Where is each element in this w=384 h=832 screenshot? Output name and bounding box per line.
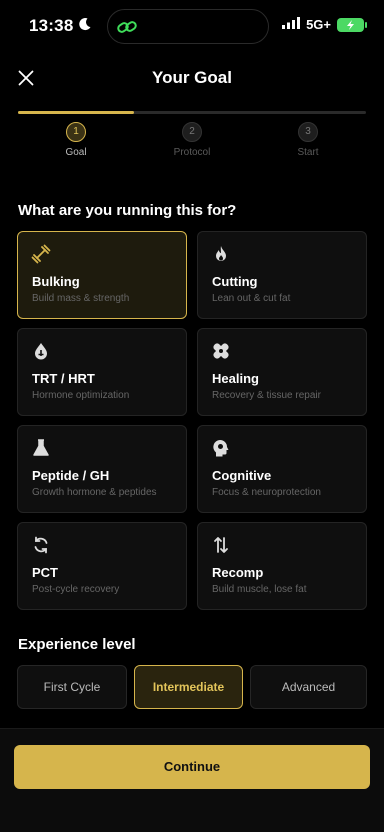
goal-name: Recomp xyxy=(212,565,264,580)
goal-name: Peptide / GH xyxy=(32,468,110,483)
drop-icon xyxy=(31,341,51,361)
goal-name: Bulking xyxy=(32,274,80,289)
goal-name: PCT xyxy=(32,565,58,580)
goal-card-peptide-gh[interactable]: Peptide / GH Growth hormone & peptides xyxy=(17,425,187,513)
progress-track xyxy=(18,111,366,114)
goal-name: Cutting xyxy=(212,274,258,289)
experience-intermediate-button[interactable]: Intermediate xyxy=(134,665,243,709)
step-label: Protocol xyxy=(173,147,211,158)
step-label: Start xyxy=(297,147,319,158)
goal-description: Build muscle, lose fat xyxy=(212,584,307,595)
moon-icon xyxy=(78,16,92,36)
flame-icon xyxy=(211,244,231,264)
dumbbell-icon xyxy=(31,244,51,264)
goal-name: TRT / HRT xyxy=(32,371,95,386)
bandage-icon xyxy=(211,341,231,361)
step-start[interactable]: 3 Start xyxy=(268,122,348,158)
brain-icon xyxy=(211,438,231,458)
dynamic-island[interactable] xyxy=(107,9,269,44)
question-heading: What are you running this for? xyxy=(18,202,237,219)
swap-arrows-icon xyxy=(211,535,231,555)
goal-description: Hormone optimization xyxy=(32,390,130,401)
step-number: 2 xyxy=(182,122,202,142)
goal-description: Post-cycle recovery xyxy=(32,584,120,595)
experience-first-cycle-button[interactable]: First Cycle xyxy=(17,665,127,709)
flask-icon xyxy=(31,438,51,458)
step-number: 1 xyxy=(66,122,86,142)
continue-button[interactable]: Continue xyxy=(14,745,370,789)
step-number: 3 xyxy=(298,122,318,142)
goal-name: Cognitive xyxy=(212,468,272,483)
status-time: 13:38 xyxy=(29,16,74,35)
goal-description: Growth hormone & peptides xyxy=(32,487,157,498)
goal-card-cognitive[interactable]: Cognitive Focus & neuroprotection xyxy=(197,425,367,513)
goal-description: Recovery & tissue repair xyxy=(212,390,321,401)
goal-description: Focus & neuroprotection xyxy=(212,487,321,498)
goal-card-recomp[interactable]: Recomp Build muscle, lose fat xyxy=(197,522,367,610)
experience-advanced-button[interactable]: Advanced xyxy=(250,665,367,709)
status-bar: 13:38 5G+ xyxy=(0,0,384,54)
goal-card-pct[interactable]: PCT Post-cycle recovery xyxy=(17,522,187,610)
step-goal[interactable]: 1 Goal xyxy=(36,122,116,158)
goal-description: Build mass & strength xyxy=(32,293,130,304)
goal-card-bulking[interactable]: Bulking Build mass & strength xyxy=(17,231,187,319)
progress-fill xyxy=(18,111,134,114)
cycle-icon xyxy=(31,535,51,555)
link-icon xyxy=(116,16,138,43)
page-title: Your Goal xyxy=(152,68,232,87)
footer: Continue xyxy=(0,728,384,832)
step-label: Goal xyxy=(65,147,87,158)
goal-description: Lean out & cut fat xyxy=(212,293,291,304)
battery-icon xyxy=(337,17,367,32)
goal-card-healing[interactable]: Healing Recovery & tissue repair xyxy=(197,328,367,416)
signal-icon xyxy=(282,17,301,32)
step-protocol[interactable]: 2 Protocol xyxy=(152,122,232,158)
network-label: 5G+ xyxy=(306,17,331,32)
experience-heading: Experience level xyxy=(18,636,136,653)
goal-card-cutting[interactable]: Cutting Lean out & cut fat xyxy=(197,231,367,319)
stepper: 1 Goal 2 Protocol 3 Start xyxy=(18,122,366,162)
header: Your Goal xyxy=(0,56,384,100)
goal-card-trt-hrt[interactable]: TRT / HRT Hormone optimization xyxy=(17,328,187,416)
goal-name: Healing xyxy=(212,371,259,386)
